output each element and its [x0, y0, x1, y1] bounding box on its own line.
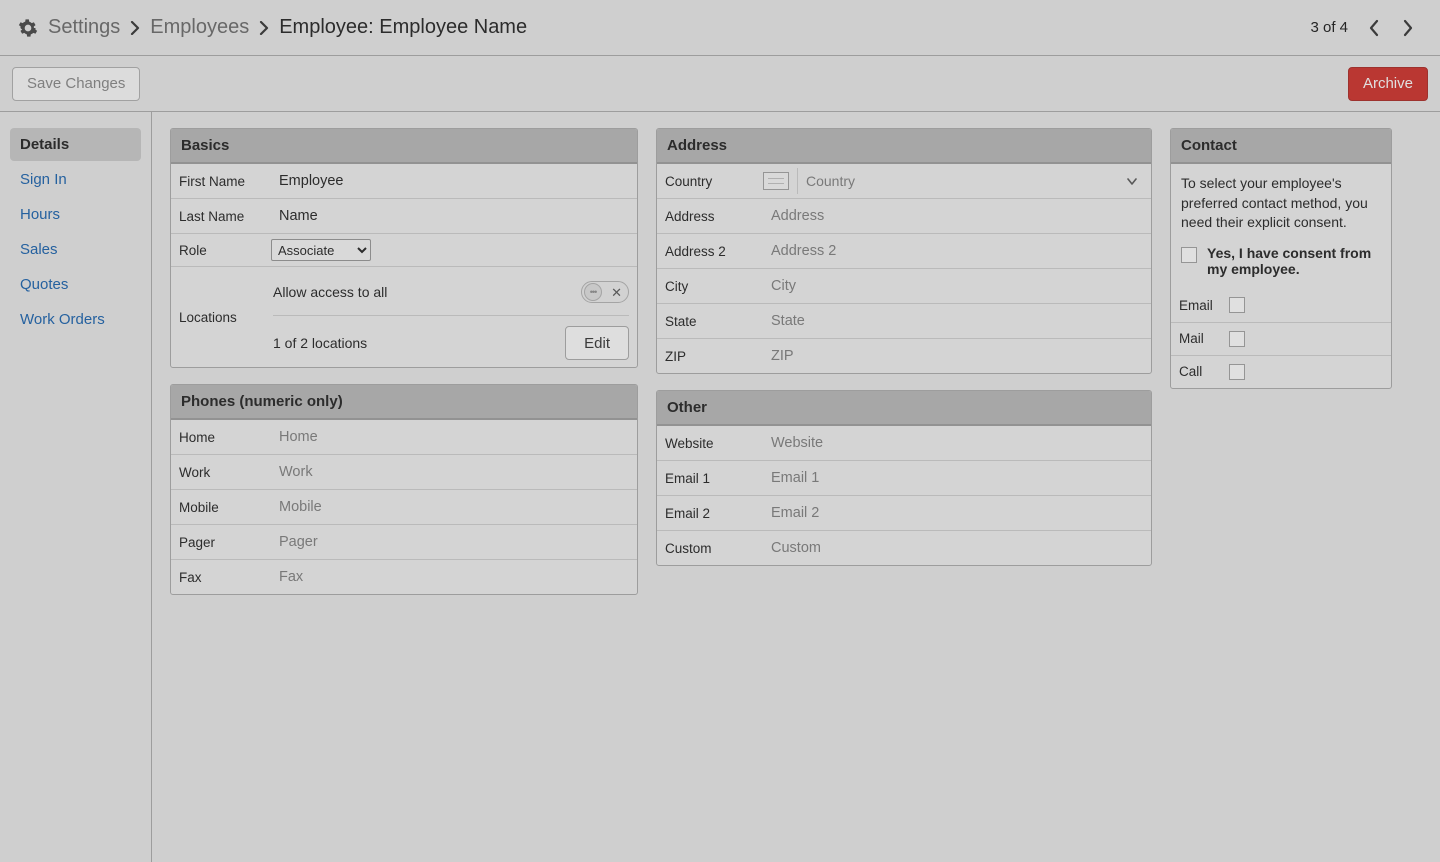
contact-blurb: To select your employee's preferred cont… [1171, 164, 1391, 239]
phone-home-input[interactable] [271, 424, 631, 450]
main-area: Basics First Name Last Name Role [152, 112, 1440, 862]
sidebar-item-hours[interactable]: Hours [10, 198, 141, 231]
locations-summary: 1 of 2 locations [273, 335, 367, 351]
phone-mobile-label: Mobile [171, 494, 265, 521]
zip-input[interactable] [763, 343, 1145, 369]
panel-basics-header: Basics [171, 129, 637, 164]
panel-address: Address Country Country [656, 128, 1152, 374]
address2-input[interactable] [763, 238, 1145, 264]
role-label: Role [171, 237, 265, 264]
zip-label: ZIP [657, 343, 757, 370]
state-label: State [657, 308, 757, 335]
pager-next-button[interactable] [1394, 14, 1422, 42]
sidebar-list: Details Sign In Hours Sales Quotes Work … [0, 128, 151, 336]
phone-work-input[interactable] [271, 459, 631, 485]
pager-prev-button[interactable] [1360, 14, 1388, 42]
sidebar-item-sales[interactable]: Sales [10, 233, 141, 266]
content-body: Details Sign In Hours Sales Quotes Work … [0, 112, 1440, 862]
panel-contact: Contact To select your employee's prefer… [1170, 128, 1392, 389]
contact-call-label: Call [1171, 358, 1225, 385]
phone-pager-label: Pager [171, 529, 265, 556]
sidebar: Details Sign In Hours Sales Quotes Work … [0, 112, 152, 862]
role-select[interactable]: Associate [271, 239, 371, 261]
country-label: Country [657, 168, 757, 195]
first-name-input[interactable] [271, 168, 631, 194]
city-input[interactable] [763, 273, 1145, 299]
breadcrumb-settings[interactable]: Settings [48, 16, 120, 39]
breadcrumb: Settings Employees Employee: Employee Na… [18, 16, 527, 39]
breadcrumb-current: Employee: Employee Name [279, 16, 527, 39]
first-name-label: First Name [171, 168, 265, 195]
contact-email-label: Email [1171, 292, 1225, 319]
save-changes-button[interactable]: Save Changes [12, 67, 140, 101]
email1-label: Email 1 [657, 465, 757, 492]
consent-label: Yes, I have consent from my employee. [1207, 245, 1381, 277]
chevron-down-icon [1127, 173, 1137, 189]
country-select[interactable]: Country [797, 168, 1145, 194]
address2-label: Address 2 [657, 238, 757, 265]
phone-pager-input[interactable] [271, 529, 631, 555]
panel-other: Other Website Email 1 Email 2 [656, 390, 1152, 566]
phone-fax-label: Fax [171, 564, 265, 591]
phone-mobile-input[interactable] [271, 494, 631, 520]
top-bar: Settings Employees Employee: Employee Na… [0, 0, 1440, 56]
contact-email-checkbox[interactable] [1229, 297, 1245, 313]
panel-other-header: Other [657, 391, 1151, 426]
email1-input[interactable] [763, 465, 1145, 491]
panel-phones-header: Phones (numeric only) [171, 385, 637, 420]
country-select-placeholder: Country [806, 173, 855, 189]
toggle-off-icon: ✕ [611, 286, 622, 299]
email2-input[interactable] [763, 500, 1145, 526]
state-input[interactable] [763, 308, 1145, 334]
edit-locations-button[interactable]: Edit [565, 326, 629, 360]
action-bar: Save Changes Archive [0, 56, 1440, 112]
sidebar-item-quotes[interactable]: Quotes [10, 268, 141, 301]
custom-input[interactable] [763, 535, 1145, 561]
panel-basics: Basics First Name Last Name Role [170, 128, 638, 368]
last-name-input[interactable] [271, 203, 631, 229]
gear-icon [18, 18, 38, 38]
panel-contact-header: Contact [1171, 129, 1391, 164]
email2-label: Email 2 [657, 500, 757, 527]
archive-button[interactable]: Archive [1348, 67, 1428, 101]
phone-fax-input[interactable] [271, 564, 631, 590]
website-label: Website [657, 430, 757, 457]
sidebar-item-sign-in[interactable]: Sign In [10, 163, 141, 196]
sidebar-item-details[interactable]: Details [10, 128, 141, 161]
custom-label: Custom [657, 535, 757, 562]
contact-mail-label: Mail [1171, 325, 1225, 352]
city-label: City [657, 273, 757, 300]
toggle-knob-icon: ••• [584, 283, 602, 301]
locations-label: Locations [171, 267, 265, 367]
record-pager: 3 of 4 [1310, 14, 1422, 42]
contact-call-checkbox[interactable] [1229, 364, 1245, 380]
chevron-right-icon [259, 21, 269, 35]
last-name-label: Last Name [171, 203, 265, 230]
allow-access-label: Allow access to all [273, 284, 387, 300]
panel-phones: Phones (numeric only) Home Work Mobile [170, 384, 638, 595]
sidebar-item-work-orders[interactable]: Work Orders [10, 303, 141, 336]
contact-mail-checkbox[interactable] [1229, 331, 1245, 347]
allow-access-toggle[interactable]: ••• ✕ [581, 281, 629, 303]
website-input[interactable] [763, 430, 1145, 456]
phone-work-label: Work [171, 459, 265, 486]
pager-position: 3 of 4 [1310, 19, 1348, 36]
chevron-right-icon [130, 21, 140, 35]
flag-placeholder-icon [763, 172, 789, 190]
consent-checkbox[interactable] [1181, 247, 1197, 263]
phone-home-label: Home [171, 424, 265, 451]
panel-address-header: Address [657, 129, 1151, 164]
address-label: Address [657, 203, 757, 230]
breadcrumb-employees[interactable]: Employees [150, 16, 249, 39]
address-input[interactable] [763, 203, 1145, 229]
